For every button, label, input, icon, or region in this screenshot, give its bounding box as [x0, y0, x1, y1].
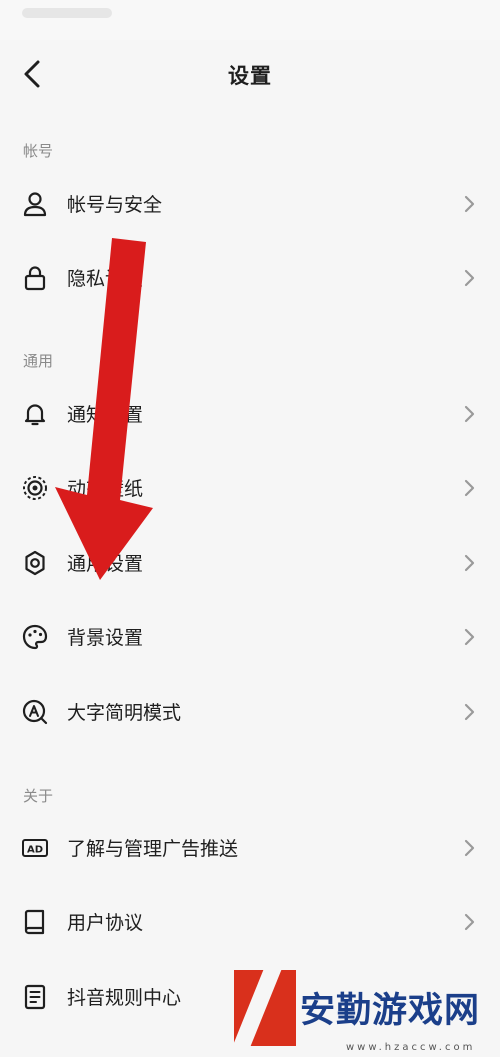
user-icon [21, 190, 49, 218]
row-label: 了解与管理广告推送 [67, 838, 239, 860]
watermark-url: www.hzaccw.com [346, 1042, 476, 1053]
row-background-settings[interactable]: 背景设置 [0, 601, 500, 673]
row-label: 动态壁纸 [67, 478, 144, 500]
status-bar [0, 0, 500, 40]
page-title: 设置 [228, 64, 272, 88]
chevron-right-icon [458, 551, 480, 575]
row-label: 通知设置 [67, 404, 144, 426]
lock-icon [21, 264, 49, 292]
row-live-wallpaper[interactable]: 动态壁纸 [0, 452, 500, 524]
watermark-text: 安勤游戏网 [300, 991, 481, 1031]
chevron-right-icon [458, 700, 480, 724]
row-general-settings[interactable]: 通用设置 [0, 527, 500, 599]
chevron-right-icon [458, 836, 480, 860]
gear-icon [21, 549, 49, 577]
ad-icon: AD [21, 834, 49, 862]
section-label-about: 关于 [23, 787, 54, 805]
section-label-account: 帐号 [23, 142, 54, 160]
chevron-right-icon [458, 476, 480, 500]
row-large-text-mode[interactable]: 大字简明模式 [0, 676, 500, 748]
row-user-agreement[interactable]: 用户协议 [0, 886, 500, 958]
watermark-logo: 安勤游戏网 www.hzaccw.com [232, 968, 500, 1057]
large-text-icon [21, 698, 49, 726]
book-icon [21, 908, 49, 936]
row-label: 大字简明模式 [67, 702, 182, 724]
row-label: 通用设置 [67, 553, 144, 575]
chevron-right-icon [458, 625, 480, 649]
row-ad-management[interactable]: AD 了解与管理广告推送 [0, 812, 500, 884]
palette-icon [21, 623, 49, 651]
row-label: 背景设置 [67, 627, 144, 649]
section-label-general: 通用 [23, 352, 54, 370]
svg-text:AD: AD [27, 845, 43, 856]
row-label: 抖音规则中心 [67, 987, 182, 1009]
chevron-right-icon [458, 402, 480, 426]
row-label: 隐私设置 [67, 268, 144, 290]
bell-icon [21, 400, 49, 428]
header: 设置 [0, 40, 500, 110]
chevron-right-icon [458, 910, 480, 934]
document-icon [21, 983, 49, 1011]
chevron-right-icon [458, 192, 480, 216]
row-notification-settings[interactable]: 通知设置 [0, 378, 500, 450]
row-account-security[interactable]: 帐号与安全 [0, 168, 500, 240]
chevron-right-icon [458, 266, 480, 290]
row-label: 用户协议 [67, 912, 144, 934]
row-label: 帐号与安全 [67, 194, 163, 216]
live-wallpaper-icon [21, 474, 49, 502]
row-privacy-settings[interactable]: 隐私设置 [0, 242, 500, 314]
